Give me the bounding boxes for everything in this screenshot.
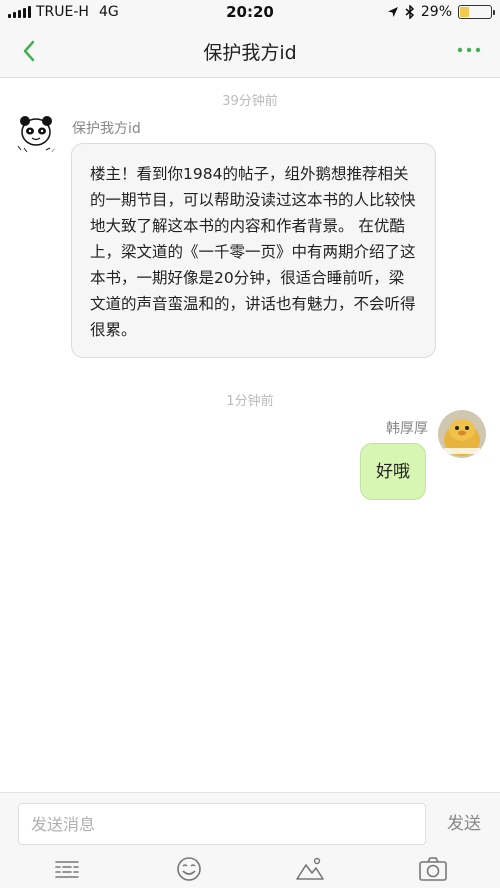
page-title: 保护我方id [203,42,297,64]
message-bubble-outgoing[interactable]: 好哦 [360,443,426,500]
message-bubble-incoming[interactable]: 楼主！看到你1984的帖子，组外鹅想推荐相关的一期节目，可以帮助没读过这本书的人… [71,143,436,358]
text-lines-icon[interactable] [52,855,82,883]
location-icon [387,7,398,17]
bluetooth-icon [405,5,414,19]
duck-avatar-icon [438,410,486,458]
message-input[interactable] [18,803,426,845]
input-bar: 发送 [0,792,500,888]
battery-percent: 29% [420,4,452,20]
image-mountain-icon[interactable] [295,855,325,883]
send-button[interactable]: 发送 [438,803,490,845]
status-right: 29% [387,4,495,20]
sender-name: 韩厚厚 [386,421,428,437]
more-dots-icon[interactable] [454,38,484,62]
message-timestamp: 39分钟前 [222,94,278,109]
camera-icon[interactable] [418,855,448,883]
sender-name: 保护我方id [72,121,141,137]
battery-icon [458,5,495,19]
emoji-smile-icon[interactable] [174,855,204,883]
status-bar: TRUE-H 4G 20:20 29% [0,0,500,24]
panda-avatar-icon [12,110,60,158]
nav-bar: 保护我方id [0,24,500,78]
avatar[interactable] [438,410,486,458]
message-timestamp: 1分钟前 [226,394,274,409]
avatar[interactable] [12,110,60,158]
battery-fill [460,7,469,17]
